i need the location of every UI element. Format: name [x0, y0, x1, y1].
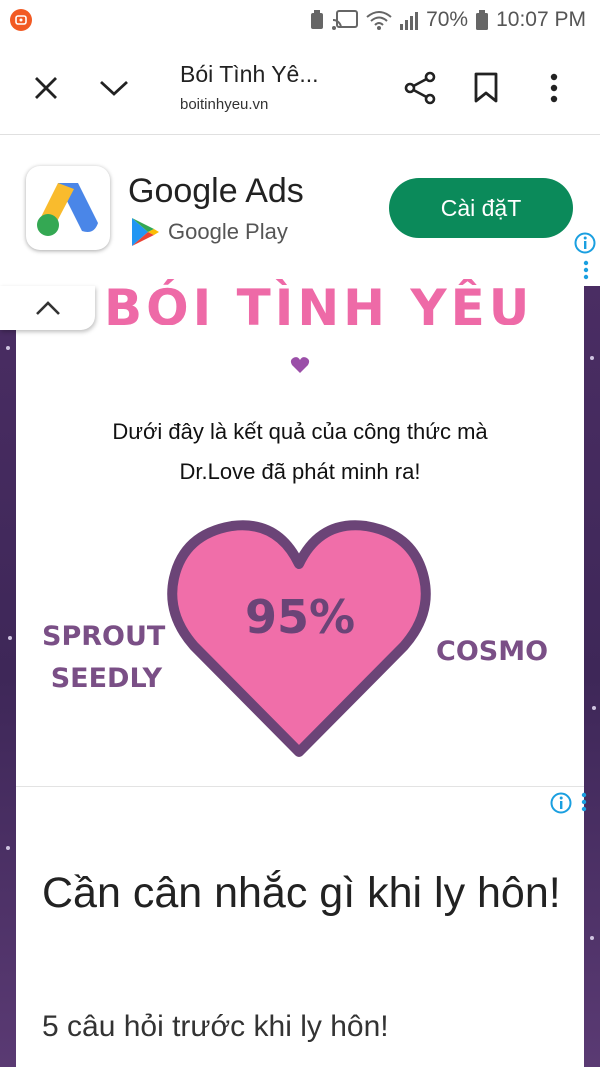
cast-screen-icon: [332, 10, 359, 30]
love-score: 95%: [244, 590, 356, 644]
chevron-up-icon: [35, 301, 60, 315]
second-name: COSMO: [436, 636, 549, 667]
ad-app-name: Google Ads: [128, 172, 304, 210]
ad-options-icon[interactable]: [581, 792, 587, 812]
battery-percent: 70%: [426, 8, 469, 31]
signal-icon: [400, 12, 419, 30]
first-name-line-1: SPROUT: [42, 621, 166, 652]
status-bar: 70% 10:07 PM: [0, 0, 600, 40]
share-icon: [404, 71, 436, 105]
battery-saver-icon: [311, 10, 324, 29]
close-icon: [35, 77, 57, 99]
battery-icon: [476, 10, 489, 30]
more-vert-icon: [550, 73, 558, 103]
google-play-icon: [132, 218, 159, 246]
ad-info-icon[interactable]: [574, 232, 596, 254]
first-name-line-2: SEEDLY: [50, 663, 162, 694]
small-heart-icon: [290, 357, 310, 373]
ad-store-label: Google Play: [130, 216, 288, 248]
ad-options-icon[interactable]: [583, 260, 589, 280]
page-title: Bói Tình Yê...: [180, 61, 319, 87]
first-name: SPROUT SEEDLY: [42, 616, 166, 700]
intro-text: Dưới đây là kết quả của công thức mà Dr.…: [40, 412, 560, 492]
more-options-button[interactable]: [530, 64, 578, 112]
clock: 10:07 PM: [496, 8, 586, 31]
custom-tab-toolbar: Bói Tình Yê... boitinhyeu.vn: [0, 40, 600, 135]
site-heading: BÓI TÌNH YÊU: [104, 279, 534, 325]
google-ads-logo-icon: [26, 166, 110, 250]
intro-line-1: Dưới đây là kết quả của công thức mà: [112, 419, 488, 444]
ad-headline[interactable]: Cần cân nhắc gì khi ly hôn!: [42, 864, 562, 922]
section-divider: [16, 786, 584, 787]
wifi-icon: [366, 11, 392, 30]
close-button[interactable]: [22, 64, 70, 112]
page-url: boitinhyeu.vn: [180, 96, 269, 113]
install-button[interactable]: Cài đặT: [389, 178, 573, 238]
app-notification-icon: [10, 9, 32, 31]
expand-ad-button[interactable]: [0, 286, 95, 330]
share-button[interactable]: [396, 64, 444, 112]
store-name: Google Play: [168, 219, 288, 244]
collapse-toolbar-button[interactable]: [90, 64, 138, 112]
bookmark-icon: [474, 72, 498, 103]
ad-info-icon[interactable]: [550, 792, 572, 814]
intro-line-2: Dr.Love đã phát minh ra!: [179, 459, 421, 484]
app-install-ad[interactable]: Google Ads Google Play Cài đặT: [0, 136, 600, 286]
bookmark-button[interactable]: [462, 64, 510, 112]
ad-description[interactable]: 5 câu hỏi trước khi ly hôn!: [42, 1010, 389, 1044]
chevron-down-icon: [100, 80, 128, 96]
